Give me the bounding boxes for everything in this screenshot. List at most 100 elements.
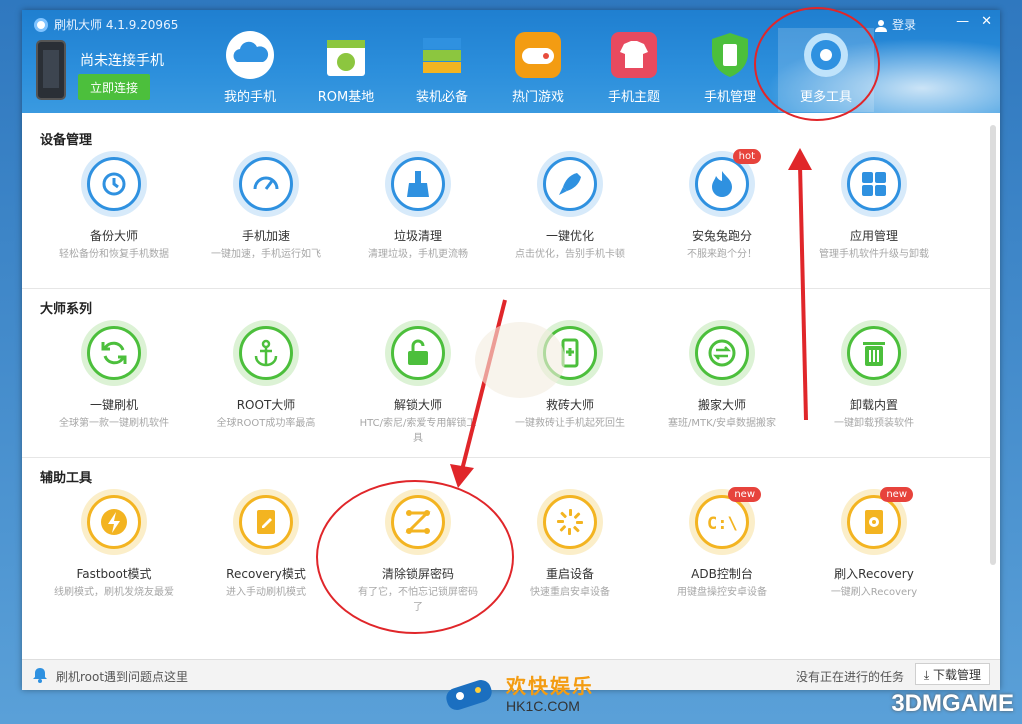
- tool-tile[interactable]: 手机加速一键加速，手机运行如飞: [196, 151, 336, 262]
- reboot-icon: [543, 495, 597, 549]
- rom-bag-icon: [321, 30, 371, 80]
- user-icon: [874, 19, 887, 32]
- tool-name: Recovery模式: [226, 567, 306, 581]
- minimize-icon[interactable]: —: [956, 14, 969, 29]
- tool-icon-ring: [81, 151, 147, 217]
- tool-description: 轻松备份和恢复手机数据: [59, 249, 169, 260]
- nav-item-3[interactable]: 装机必备: [394, 28, 490, 112]
- tool-tile[interactable]: 一键优化 点击优化，告别手机卡顿: [500, 151, 640, 262]
- tool-tile[interactable]: 应用管理管理手机软件升级与卸载: [804, 151, 944, 262]
- hk1c-watermark: 欢快娱乐 HK1C.COM: [440, 668, 600, 722]
- help-link[interactable]: 刷机root遇到问题点这里: [56, 668, 188, 685]
- scrollbar[interactable]: [990, 125, 996, 565]
- tool-icon-ring: [689, 320, 755, 386]
- tool-tile[interactable]: 重启设备 快速重启安卓设备: [500, 489, 640, 600]
- tool-description: 全球第一款一键刷机软件: [59, 418, 169, 429]
- section-divider: [22, 457, 990, 458]
- nav-item-6[interactable]: 手机管理: [682, 28, 778, 112]
- app-grid-icon: [847, 157, 901, 211]
- tool-name: 重启设备: [545, 567, 594, 581]
- bolt-icon: [87, 495, 141, 549]
- transfer-icon: [695, 326, 749, 380]
- flame-icon: [695, 157, 749, 211]
- tool-description: HTC/索尼/索爱专用解锁工具: [359, 418, 477, 444]
- main-nav: 我的手机 ROM基地 装机必备 热门游戏 手机主题 手机管理 更多工具: [202, 28, 874, 112]
- nav-item-5[interactable]: 手机主题: [586, 28, 682, 112]
- backup-icon: [87, 157, 141, 211]
- flash-recovery-icon: [847, 495, 901, 549]
- tool-tile[interactable]: new 刷入Recovery 一键刷入Recovery: [804, 487, 944, 600]
- speedometer-icon: [239, 157, 293, 211]
- tool-tile[interactable]: Fastboot模式 线刷模式，刷机发烧友最爱: [44, 489, 184, 600]
- tool-icon-ring: [233, 489, 299, 555]
- phone-plus-icon: [543, 326, 597, 380]
- tool-name: Fastboot模式: [76, 567, 152, 581]
- tool-icon-ring: hot: [689, 149, 761, 217]
- tablet-edit-icon: [239, 495, 293, 549]
- tool-tile[interactable]: 一键刷机 全球第一款一键刷机软件: [44, 320, 184, 431]
- nav-item-2[interactable]: ROM基地: [298, 28, 394, 112]
- login-label: 登录: [891, 18, 916, 32]
- tool-name: 应用管理: [849, 229, 898, 243]
- nav-item-1[interactable]: 我的手机: [202, 28, 298, 112]
- tool-description: 一键加速，手机运行如飞: [211, 249, 321, 260]
- tool-badge: hot: [732, 149, 761, 164]
- tool-tile[interactable]: 解锁大师 HTC/索尼/索爱专用解锁工具: [348, 320, 488, 446]
- nav-item-label: 手机主题: [607, 90, 660, 105]
- tool-description: 塞班/MTK/安卓数据搬家: [667, 418, 777, 429]
- tool-icon-ring: [537, 320, 603, 386]
- tool-tile[interactable]: 搬家大师塞班/MTK/安卓数据搬家: [652, 320, 792, 431]
- tool-icon-ring: [537, 151, 603, 217]
- anchor-icon: [239, 326, 293, 380]
- nav-item-label: 手机管理: [703, 90, 756, 105]
- tool-description: 全球ROOT成功率最高: [216, 418, 316, 429]
- task-status: 没有正在进行的任务: [795, 670, 904, 684]
- tool-icon-ring: [841, 151, 907, 217]
- tool-description: 一键救砖让手机起死回生: [515, 418, 625, 429]
- refresh-icon: [87, 326, 141, 380]
- tool-icon-ring: [385, 151, 451, 217]
- section-title: 辅助工具: [40, 471, 93, 486]
- tool-name: 手机加速: [241, 229, 290, 243]
- tool-tile[interactable]: 备份大师轻松备份和恢复手机数据: [44, 151, 184, 262]
- tool-tile[interactable]: hot 安兔兔跑分 不服来跑个分！: [652, 149, 792, 262]
- download-manager-label: 下载管理: [932, 667, 981, 682]
- section-divider: [22, 288, 990, 289]
- connect-button[interactable]: 立即连接: [78, 74, 150, 100]
- app-logo-icon: [34, 17, 48, 32]
- tool-icon-ring: new: [841, 487, 913, 555]
- tool-description: 不服来跑个分！: [687, 249, 757, 260]
- tool-tile[interactable]: 救砖大师 一键救砖让手机起死回生: [500, 320, 640, 431]
- gamepad-icon: [513, 30, 563, 80]
- tool-tile[interactable]: 清除锁屏密码有了它，不怕忘记锁屏密码了: [348, 489, 488, 615]
- tool-icon-ring: [81, 489, 147, 555]
- tool-icon-ring: [385, 320, 451, 386]
- tool-name: 备份大师: [89, 229, 138, 243]
- tool-description: 用键盘操控安卓设备: [677, 587, 767, 598]
- tool-icon-ring: C:\ new: [689, 487, 761, 555]
- tool-tile[interactable]: 卸载内置 一键卸载预装软件: [804, 320, 944, 431]
- close-icon[interactable]: ✕: [981, 14, 992, 29]
- broom-icon: [391, 157, 445, 211]
- trash-icon: [847, 326, 901, 380]
- download-manager-button[interactable]: ⤓ 下载管理: [914, 663, 990, 685]
- tool-tile[interactable]: 垃圾清理 清理垃圾，手机更流畅: [348, 151, 488, 262]
- tool-icon-ring: [537, 489, 603, 555]
- nav-item-label: ROM基地: [317, 90, 375, 105]
- wrench-icon: [801, 30, 851, 80]
- tool-name: 搬家大师: [697, 398, 746, 412]
- tool-tile[interactable]: ROOT大师 全球ROOT成功率最高: [196, 320, 336, 431]
- books-icon: [417, 30, 467, 80]
- nav-item-7[interactable]: 更多工具: [778, 28, 874, 112]
- tool-description: 有了它，不怕忘记锁屏密码了: [358, 587, 478, 613]
- tool-tile[interactable]: C:\ new ADB控制台 用键盘操控安卓设备: [652, 487, 792, 600]
- app-window: 刷机大师 4.1.9.20965 登录 — ✕ 尚未连接手机 立即连接 我的手机…: [22, 10, 1000, 690]
- tool-name: 清除锁屏密码: [381, 567, 454, 581]
- tool-description: 管理手机软件升级与卸载: [819, 249, 929, 260]
- phone-shield-icon: [705, 30, 755, 80]
- nav-item-4[interactable]: 热门游戏: [490, 28, 586, 112]
- nav-item-label: 热门游戏: [511, 90, 564, 105]
- login-link[interactable]: 登录: [874, 16, 916, 33]
- tool-icon-ring: [841, 320, 907, 386]
- tool-tile[interactable]: Recovery模式 进入手动刷机模式: [196, 489, 336, 600]
